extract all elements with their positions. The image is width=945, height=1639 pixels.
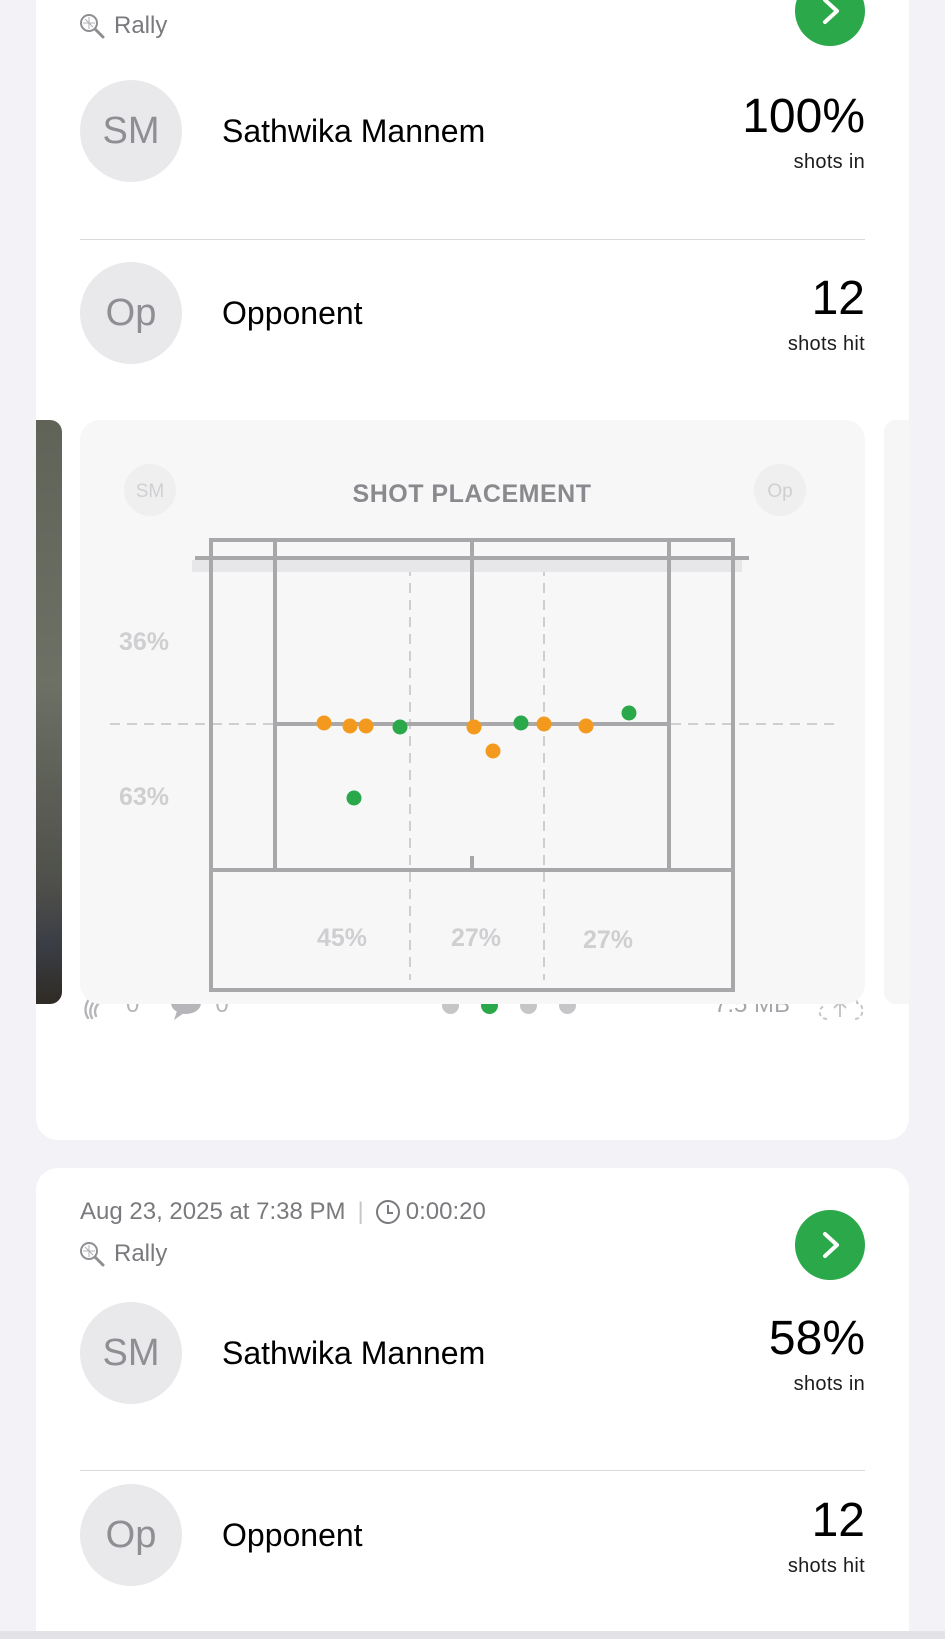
chart-title: SHOT PLACEMENT (353, 480, 592, 508)
shot-marker (485, 743, 501, 759)
player-name: Sathwika Mannem (222, 112, 486, 149)
shot-marker (358, 718, 374, 734)
session-card-2[interactable]: Aug 23, 2025 at 7:38 PM | 0:00:20 Rally … (36, 1168, 909, 1639)
stat-value: 12 (811, 1493, 865, 1547)
player-name: Sathwika Mannem (222, 1334, 486, 1371)
player-stat: 100% shots in (742, 89, 865, 174)
shot-marker (513, 715, 529, 731)
shot-placement-chart: SM Op SHOT PLACEMENT 36% 63% 45% 27% 27% (110, 464, 835, 992)
shot-marker (536, 716, 552, 732)
column-percent-center: 27% (451, 924, 501, 952)
meta-separator: | (357, 1198, 364, 1225)
column-percent-right: 27% (583, 926, 633, 954)
player-row[interactable]: Op Opponent 12 shots hit (80, 1460, 865, 1610)
clock-icon (375, 1200, 400, 1224)
player-row[interactable]: SM Sathwika Mannem 58% shots in (80, 1278, 865, 1428)
player-stat: 58% shots in (769, 1311, 865, 1396)
chevron-right-icon (823, 0, 839, 24)
stat-label: shots in (793, 1372, 865, 1395)
player-badge-left-label: SM (136, 481, 165, 502)
stat-label: shots hit (787, 332, 865, 355)
session-date: Aug 23, 2025 at 7:38 PM (80, 1198, 346, 1225)
session-type: Rally (78, 1240, 167, 1268)
avatar: SM (80, 80, 182, 182)
stat-value: 100% (742, 89, 865, 143)
avatar: Op (80, 1484, 182, 1586)
session-type-label: Rally (114, 1240, 168, 1267)
shot-marker (578, 718, 594, 734)
shot-marker (346, 790, 362, 806)
session-meta: Aug 23, 2025 at 7:38 PM | 0:00:20 (80, 1198, 486, 1226)
shot-marker (392, 719, 408, 735)
bottom-edge (0, 1631, 945, 1639)
next-media-thumbnail[interactable] (884, 420, 909, 1004)
open-session-button[interactable] (795, 0, 865, 46)
stat-label: shots in (793, 150, 865, 173)
column-percent-left: 45% (317, 924, 367, 952)
row-percent-top: 36% (119, 628, 169, 656)
player-stat: 12 shots hit (788, 1493, 865, 1578)
stat-label: shots hit (787, 1554, 865, 1577)
stat-value: 12 (811, 271, 865, 325)
player-row[interactable]: Op Opponent 12 shots hit (80, 238, 865, 388)
previous-media-thumbnail[interactable] (36, 420, 62, 1004)
stat-value: 58% (768, 1311, 865, 1365)
tennis-racket-icon (80, 1242, 105, 1267)
open-session-button[interactable] (795, 1210, 865, 1280)
player-badge-right-label: Op (767, 481, 792, 502)
avatar: SM (80, 1302, 182, 1404)
shot-marker (342, 718, 358, 734)
shot-marker (466, 719, 482, 735)
avatar: Op (80, 262, 182, 364)
chevron-right-icon (823, 1232, 839, 1258)
player-row[interactable]: SM Sathwika Mannem 100% shots in (80, 56, 865, 206)
player-stat: 12 shots hit (788, 271, 865, 356)
session-duration: 0:00:20 (405, 1198, 486, 1225)
player-name: Opponent (222, 294, 363, 331)
player-name: Opponent (222, 1516, 363, 1553)
shot-marker (621, 705, 637, 721)
shot-marker (316, 715, 332, 731)
session-type-label: Rally (114, 12, 168, 39)
tennis-racket-icon (80, 14, 105, 39)
shot-placement-panel[interactable]: SM Op SHOT PLACEMENT 36% 63% 45% 27% 27% (80, 420, 865, 1004)
session-type: Rally (78, 12, 167, 40)
row-percent-bottom: 63% (119, 783, 169, 811)
